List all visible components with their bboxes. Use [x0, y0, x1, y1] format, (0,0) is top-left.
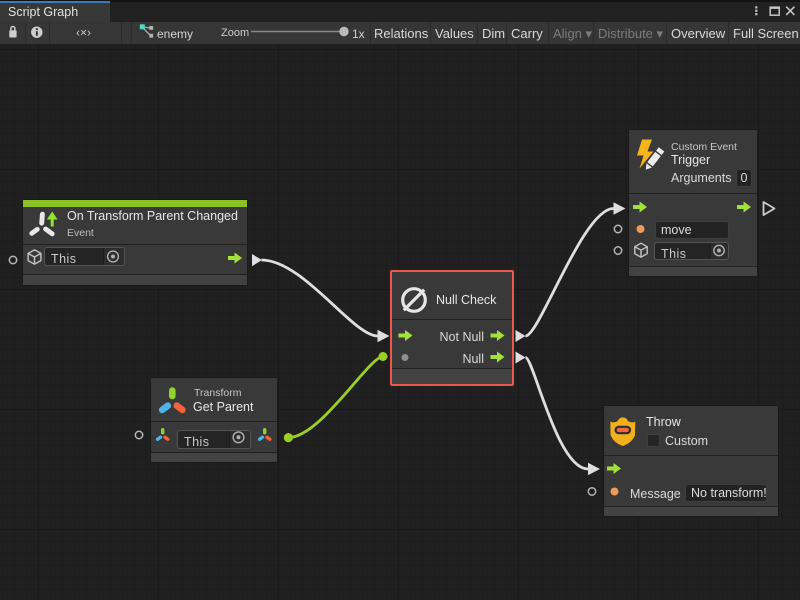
svg-text:‹×›: ‹×›: [76, 26, 91, 40]
